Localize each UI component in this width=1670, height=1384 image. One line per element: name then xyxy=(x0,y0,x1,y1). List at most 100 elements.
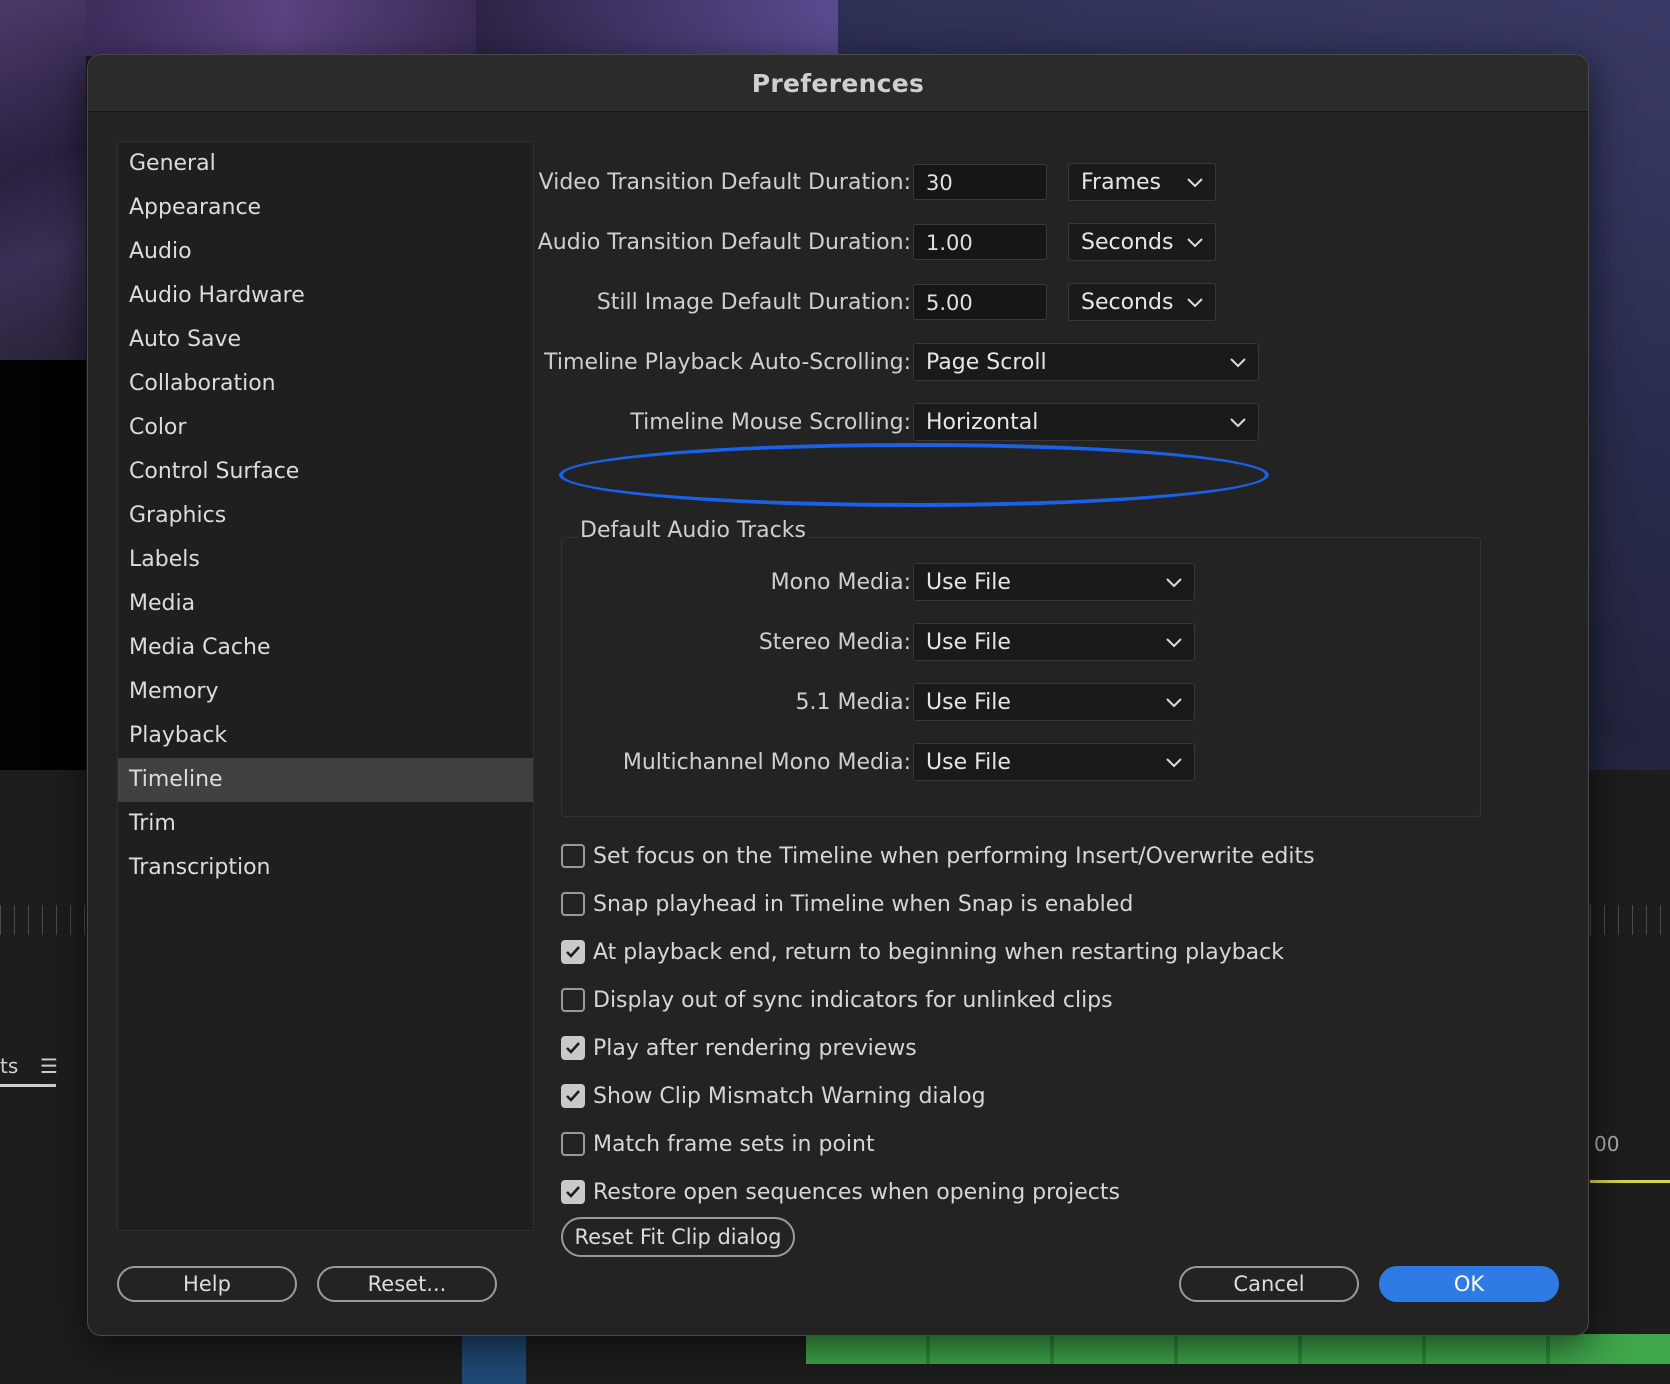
checkbox[interactable] xyxy=(561,844,585,868)
dialog-titlebar[interactable]: Preferences xyxy=(88,55,1588,112)
video-transition-row: Video Transition Default Duration: 30 Fr… xyxy=(539,163,1561,201)
sidebar-item-appearance[interactable]: Appearance xyxy=(118,186,533,230)
work-area-bar xyxy=(1590,1180,1670,1183)
video-transition-unit-value: Frames xyxy=(1081,170,1162,195)
sidebar-item-auto-save[interactable]: Auto Save xyxy=(118,318,533,362)
multichannel-media-label: Multichannel Mono Media: xyxy=(622,749,911,775)
mono-media-value: Use File xyxy=(926,570,1011,595)
mouse-scrolling-dropdown[interactable]: Horizontal xyxy=(913,403,1259,441)
checkbox-row[interactable]: Restore open sequences when opening proj… xyxy=(561,1177,1120,1207)
sidebar-item-color[interactable]: Color xyxy=(118,406,533,450)
source-thumbnail xyxy=(86,0,476,56)
sidebar-item-audio-hardware[interactable]: Audio Hardware xyxy=(118,274,533,318)
sidebar-item-transcription[interactable]: Transcription xyxy=(118,846,533,890)
annotation-highlight-ellipse xyxy=(559,443,1269,507)
stereo-media-row: Stereo Media: Use File xyxy=(561,623,1561,661)
mouse-scrolling-label: Timeline Mouse Scrolling: xyxy=(630,409,911,435)
help-button[interactable]: Help xyxy=(117,1266,297,1302)
still-image-unit-value: Seconds xyxy=(1081,290,1174,315)
playback-autoscroll-dropdown[interactable]: Page Scroll xyxy=(913,343,1259,381)
checkbox-label: Snap playhead in Timeline when Snap is e… xyxy=(593,891,1134,917)
checkbox-label: Set focus on the Timeline when performin… xyxy=(593,843,1315,869)
mono-media-row: Mono Media: Use File xyxy=(561,563,1561,601)
checkbox[interactable] xyxy=(561,1132,585,1156)
audio-transition-row: Audio Transition Default Duration: 1.00 … xyxy=(538,223,1561,261)
source-thumbnail xyxy=(476,0,838,56)
sidebar-item-media[interactable]: Media xyxy=(118,582,533,626)
checkbox-row[interactable]: Show Clip Mismatch Warning dialog xyxy=(561,1081,986,1111)
checkbox-label: Restore open sequences when opening proj… xyxy=(593,1179,1120,1205)
audio-transition-duration-input[interactable]: 1.00 xyxy=(913,224,1047,260)
checkbox[interactable] xyxy=(561,940,585,964)
playback-autoscroll-row: Timeline Playback Auto-Scrolling: Page S… xyxy=(544,343,1561,381)
checkbox-label: At playback end, return to beginning whe… xyxy=(593,939,1285,965)
timeline-settings-panel: Video Transition Default Duration: 30 Fr… xyxy=(538,141,1561,1257)
chevron-down-icon xyxy=(1230,344,1246,382)
panel-menu-icon[interactable]: ☰ xyxy=(40,1054,58,1078)
group-title: Default Audio Tracks xyxy=(578,518,808,543)
sidebar-item-media-cache[interactable]: Media Cache xyxy=(118,626,533,670)
video-transition-label: Video Transition Default Duration: xyxy=(538,169,911,195)
reset-button[interactable]: Reset... xyxy=(317,1266,497,1302)
sidebar-item-control-surface[interactable]: Control Surface xyxy=(118,450,533,494)
checkbox-label: Match frame sets in point xyxy=(593,1131,875,1157)
cancel-button[interactable]: Cancel xyxy=(1179,1266,1359,1302)
checkbox[interactable] xyxy=(561,1036,585,1060)
multichannel-media-value: Use File xyxy=(926,750,1011,775)
multichannel-media-row: Multichannel Mono Media: Use File xyxy=(561,743,1561,781)
preferences-category-list: General Appearance Audio Audio Hardware … xyxy=(117,141,534,1231)
playback-autoscroll-label: Timeline Playback Auto-Scrolling: xyxy=(544,349,911,375)
checkbox[interactable] xyxy=(561,988,585,1012)
still-image-duration-input[interactable]: 5.00 xyxy=(913,284,1047,320)
mono-media-dropdown[interactable]: Use File xyxy=(913,563,1195,601)
five-one-media-dropdown[interactable]: Use File xyxy=(913,683,1195,721)
audio-transition-unit-value: Seconds xyxy=(1081,230,1174,255)
sidebar-item-graphics[interactable]: Graphics xyxy=(118,494,533,538)
checkbox-label: Show Clip Mismatch Warning dialog xyxy=(593,1083,986,1109)
sidebar-item-labels[interactable]: Labels xyxy=(118,538,533,582)
checkbox-row[interactable]: Set focus on the Timeline when performin… xyxy=(561,841,1315,871)
ok-button[interactable]: OK xyxy=(1379,1266,1559,1302)
sidebar-item-collaboration[interactable]: Collaboration xyxy=(118,362,533,406)
checkbox[interactable] xyxy=(561,892,585,916)
checkbox-row[interactable]: Match frame sets in point xyxy=(561,1129,875,1159)
program-monitor-video xyxy=(0,0,86,360)
chevron-down-icon xyxy=(1166,564,1182,602)
checkbox-row[interactable]: Display out of sync indicators for unlin… xyxy=(561,985,1113,1015)
video-transition-duration-input[interactable]: 30 xyxy=(913,164,1047,200)
multichannel-media-dropdown[interactable]: Use File xyxy=(913,743,1195,781)
chevron-down-icon xyxy=(1187,284,1203,322)
five-one-media-row: 5.1 Media: Use File xyxy=(561,683,1561,721)
dialog-title: Preferences xyxy=(751,68,925,98)
preferences-dialog: Preferences General Appearance Audio Aud… xyxy=(87,54,1589,1336)
chevron-down-icon xyxy=(1187,224,1203,262)
mouse-scrolling-value: Horizontal xyxy=(926,410,1039,435)
checkbox-row[interactable]: At playback end, return to beginning whe… xyxy=(561,937,1284,967)
checkbox-row[interactable]: Snap playhead in Timeline when Snap is e… xyxy=(561,889,1133,919)
panel-tab[interactable]: ts ☰ xyxy=(0,1052,58,1087)
still-image-label: Still Image Default Duration: xyxy=(596,289,911,315)
mono-media-label: Mono Media: xyxy=(770,569,911,595)
five-one-media-label: 5.1 Media: xyxy=(795,689,911,715)
monitor-letterbox xyxy=(0,360,86,770)
checkbox[interactable] xyxy=(561,1084,585,1108)
reset-fit-clip-dialog-button[interactable]: Reset Fit Clip dialog xyxy=(561,1217,795,1257)
sidebar-item-playback[interactable]: Playback xyxy=(118,714,533,758)
stereo-media-dropdown[interactable]: Use File xyxy=(913,623,1195,661)
video-transition-unit-dropdown[interactable]: Frames xyxy=(1068,163,1216,201)
sidebar-item-audio[interactable]: Audio xyxy=(118,230,533,274)
audio-transition-unit-dropdown[interactable]: Seconds xyxy=(1068,223,1216,261)
still-image-unit-dropdown[interactable]: Seconds xyxy=(1068,283,1216,321)
track-v1-header[interactable] xyxy=(462,1330,526,1384)
timeline-clips[interactable] xyxy=(806,1334,1670,1364)
chevron-down-icon xyxy=(1166,684,1182,722)
chevron-down-icon xyxy=(1166,744,1182,782)
checkbox[interactable] xyxy=(561,1180,585,1204)
sidebar-item-trim[interactable]: Trim xyxy=(118,802,533,846)
time-ruler xyxy=(1590,905,1670,935)
sidebar-item-timeline[interactable]: Timeline xyxy=(118,758,533,802)
checkbox-row[interactable]: Play after rendering previews xyxy=(561,1033,917,1063)
sidebar-item-general[interactable]: General xyxy=(118,142,533,186)
sidebar-item-memory[interactable]: Memory xyxy=(118,670,533,714)
chevron-down-icon xyxy=(1230,404,1246,442)
